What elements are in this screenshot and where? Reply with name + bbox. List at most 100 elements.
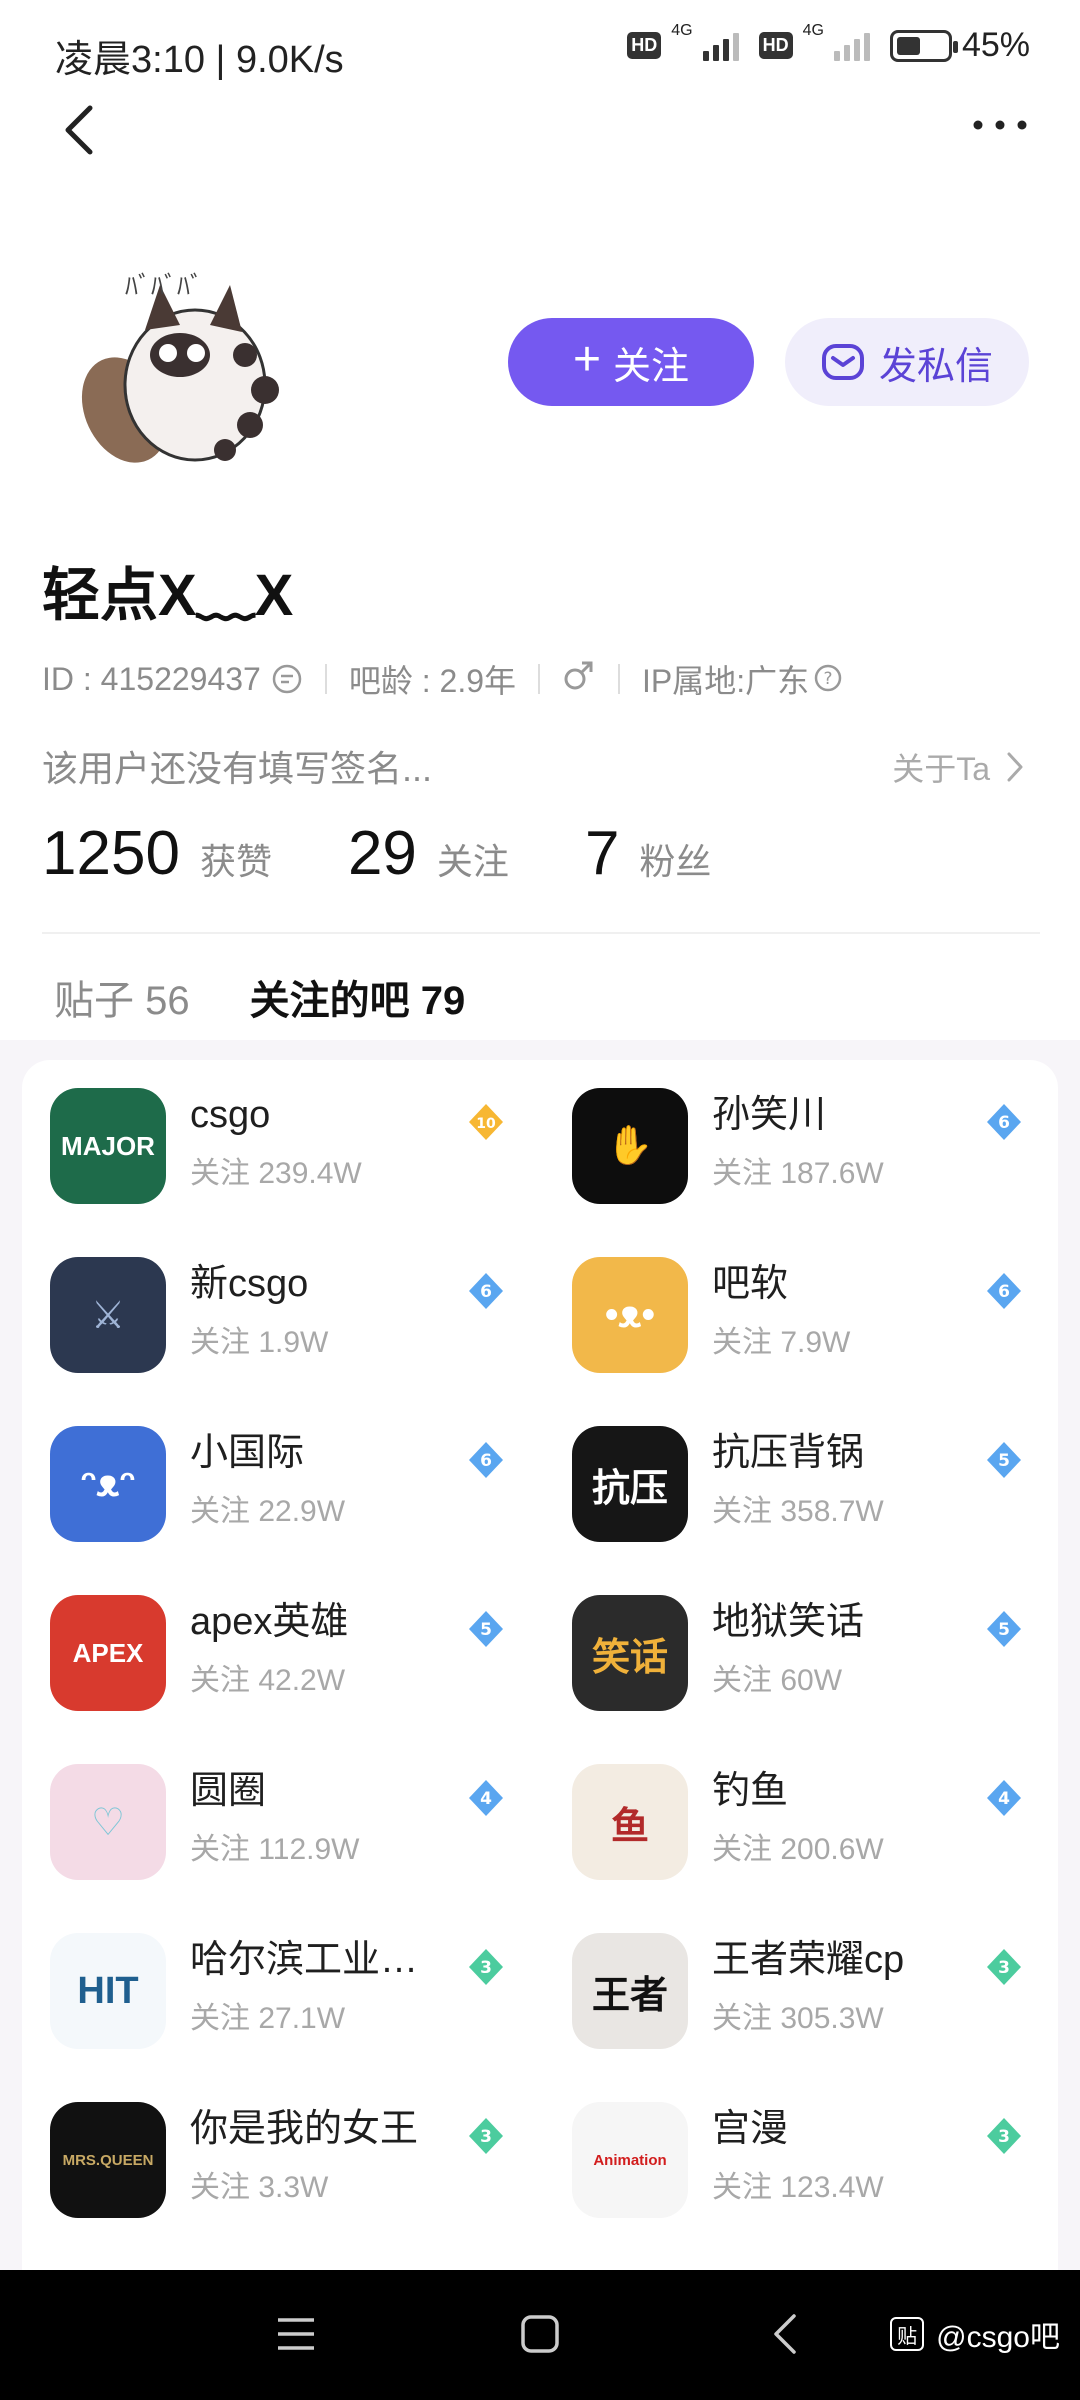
forum-followers: 关注 200.6W bbox=[712, 1833, 884, 1866]
forum-item[interactable]: 鱼钓鱼关注 200.6W 4 bbox=[540, 1764, 1058, 1933]
forum-icon: 王者 bbox=[572, 1933, 688, 2049]
forum-followers: 关注 1.9W bbox=[190, 1326, 329, 1359]
status-time: 凌晨3:10 | 9.0K/s bbox=[55, 39, 344, 81]
forum-text: 地狱笑话关注 60W bbox=[712, 1597, 864, 1699]
network-type-2: 4G bbox=[802, 22, 824, 39]
forum-item[interactable]: Animation 宫漫 关注 123.4W 3 bbox=[540, 2102, 1058, 2271]
forum-followers: 关注 7.9W bbox=[712, 1326, 851, 1359]
forum-item[interactable]: ♡ 圆圈 关注 112.9W 4 bbox=[22, 1764, 540, 1933]
tab-posts[interactable]: 贴子 56 bbox=[54, 968, 190, 1026]
forum-item[interactable]: ⚔ 新csgo 关注 1.9W 6 bbox=[22, 1257, 540, 1426]
level-number: 6 bbox=[480, 1451, 492, 1471]
section-divider bbox=[42, 932, 1040, 934]
level-number: 6 bbox=[998, 1282, 1010, 1302]
forum-item[interactable]: •ᴥ• 吧软 关注 7.9W 6 bbox=[540, 1257, 1058, 1426]
stat-following[interactable]: 29 关注 bbox=[348, 818, 509, 889]
svg-text:ﾊﾞﾊﾞﾊﾞ: ﾊﾞﾊﾞﾊﾞ bbox=[125, 272, 203, 302]
forum-name: 王者荣耀cp bbox=[712, 1939, 905, 1981]
stat-likes[interactable]: 1250 获赞 bbox=[42, 818, 272, 889]
send-message-button[interactable]: 发私信 bbox=[785, 318, 1029, 406]
forum-followers: 关注 22.9W bbox=[190, 1495, 346, 1528]
back-icon[interactable] bbox=[56, 100, 106, 160]
signal-icon bbox=[702, 31, 739, 61]
level-number: 3 bbox=[998, 1958, 1010, 1978]
forum-text: csgo 关注 239.4W bbox=[190, 1090, 362, 1192]
level-badge-icon: 6 bbox=[466, 1440, 506, 1480]
level-number: 6 bbox=[480, 1282, 492, 1302]
forum-item[interactable]: 笑话 地狱笑话 关注 60W 5 bbox=[540, 1595, 1058, 1764]
more-options-icon[interactable] bbox=[970, 110, 1030, 140]
forum-text: apex英雄 关注 42.2W bbox=[190, 1597, 348, 1699]
stat-label: 获赞 bbox=[199, 841, 272, 882]
forum-name: 宫漫 bbox=[712, 2108, 789, 2150]
level-badge-icon: 3 bbox=[466, 1947, 506, 1987]
plus-icon: + bbox=[572, 333, 601, 386]
menu-icon[interactable] bbox=[276, 2316, 316, 2352]
divider bbox=[324, 664, 327, 694]
forum-icon: 抗压 bbox=[572, 1426, 688, 1542]
hd-icon-2: HD bbox=[758, 32, 793, 59]
signature: 该用户还没有填写签名... bbox=[42, 748, 433, 789]
forum-item[interactable]: MRS.QUEEN 你是我的女王 关注 3.3W 3 bbox=[22, 2102, 540, 2271]
envelope-icon bbox=[821, 344, 864, 380]
level-number: 5 bbox=[998, 1451, 1010, 1471]
forum-name: csgo bbox=[190, 1094, 271, 1136]
tieba-logo-icon: 贴 bbox=[890, 2317, 925, 2351]
help-icon[interactable]: ? bbox=[813, 663, 845, 695]
level-number: 6 bbox=[998, 1113, 1010, 1133]
forum-text: 钓鱼关注 200.6W bbox=[712, 1766, 884, 1868]
forum-item[interactable]: 抗压 抗压背锅 关注 358.7W 5 bbox=[540, 1426, 1058, 1595]
forum-icon: ⚔ bbox=[50, 1257, 166, 1373]
copy-icon[interactable] bbox=[271, 663, 303, 695]
forum-item[interactable]: ✋ 孙笑川 关注 187.6W 6 bbox=[540, 1088, 1058, 1257]
battery-icon bbox=[889, 29, 958, 62]
forum-icon: HIT bbox=[50, 1933, 166, 2049]
level-badge-icon: 5 bbox=[984, 1609, 1024, 1649]
forum-name: 地狱笑话 bbox=[712, 1601, 865, 1643]
forum-item[interactable]: APEX apex英雄 关注 42.2W 5 bbox=[22, 1595, 540, 1764]
level-number: 5 bbox=[998, 1620, 1010, 1640]
forum-item[interactable]: MAJOR csgo 关注 239.4W 10 bbox=[22, 1088, 540, 1257]
level-badge-icon: 5 bbox=[466, 1609, 506, 1649]
avatar[interactable]: ﾊﾞﾊﾞﾊﾞ bbox=[70, 250, 310, 490]
forum-followers: 关注 112.9W bbox=[190, 1833, 360, 1866]
stat-fans[interactable]: 7 粉丝 bbox=[585, 818, 712, 889]
forum-name: 钓鱼 bbox=[712, 1770, 789, 1812]
hd-icon: HD bbox=[627, 32, 662, 59]
forum-item[interactable]: HIT 哈尔滨工业大学 关注 27.1W 3 bbox=[22, 1933, 540, 2102]
status-icons: HD 4G HD 4G 45% bbox=[627, 22, 1030, 65]
level-number: 4 bbox=[998, 1789, 1010, 1809]
level-badge-icon: 3 bbox=[984, 2116, 1024, 2156]
watermark: 贴 @csgo吧 bbox=[890, 2312, 1060, 2356]
forum-icon: MAJOR bbox=[50, 1088, 166, 1204]
forum-followers: 关注 60W bbox=[712, 1664, 843, 1697]
level-badge-icon: 6 bbox=[984, 1271, 1024, 1311]
tab-followed-forums[interactable]: 关注的吧 79 bbox=[250, 968, 466, 1026]
level-badge-icon: 6 bbox=[466, 1271, 506, 1311]
forum-item[interactable]: 王者 王者荣耀cp 关注 305.3W 3 bbox=[540, 1933, 1058, 2102]
forum-icon: ✋ bbox=[572, 1088, 688, 1204]
level-badge-icon: 6 bbox=[984, 1102, 1024, 1142]
forum-item[interactable]: ᵔᴥᵔ 小国际 关注 22.9W 6 bbox=[22, 1426, 540, 1595]
forum-icon: APEX bbox=[50, 1595, 166, 1711]
level-badge-icon: 5 bbox=[984, 1440, 1024, 1480]
divider bbox=[538, 664, 541, 694]
stat-label: 关注 bbox=[436, 841, 509, 882]
battery-level bbox=[896, 36, 920, 55]
level-badge-icon: 3 bbox=[466, 2116, 506, 2156]
about-label: 关于Ta bbox=[892, 751, 990, 787]
follow-button[interactable]: + 关注 bbox=[508, 318, 754, 406]
forum-text: 哈尔滨工业大学 关注 27.1W bbox=[190, 1935, 430, 2037]
home-icon[interactable] bbox=[520, 2314, 560, 2354]
forum-icon: •ᴥ• bbox=[572, 1257, 688, 1373]
forum-name: 圆圈 bbox=[190, 1770, 267, 1812]
profile-tabs: 贴子 56 关注的吧 79 bbox=[54, 968, 465, 1026]
battery-percent: 45% bbox=[961, 26, 1030, 64]
level-number: 3 bbox=[998, 2127, 1010, 2147]
male-gender-icon bbox=[562, 658, 596, 700]
forum-age: 吧龄 : 2.9年 bbox=[348, 663, 517, 699]
forum-icon: 鱼 bbox=[572, 1764, 688, 1880]
system-back-icon[interactable] bbox=[770, 2312, 800, 2356]
about-link[interactable]: 关于Ta bbox=[892, 744, 1024, 790]
username: 轻点X﹏X bbox=[42, 563, 294, 628]
